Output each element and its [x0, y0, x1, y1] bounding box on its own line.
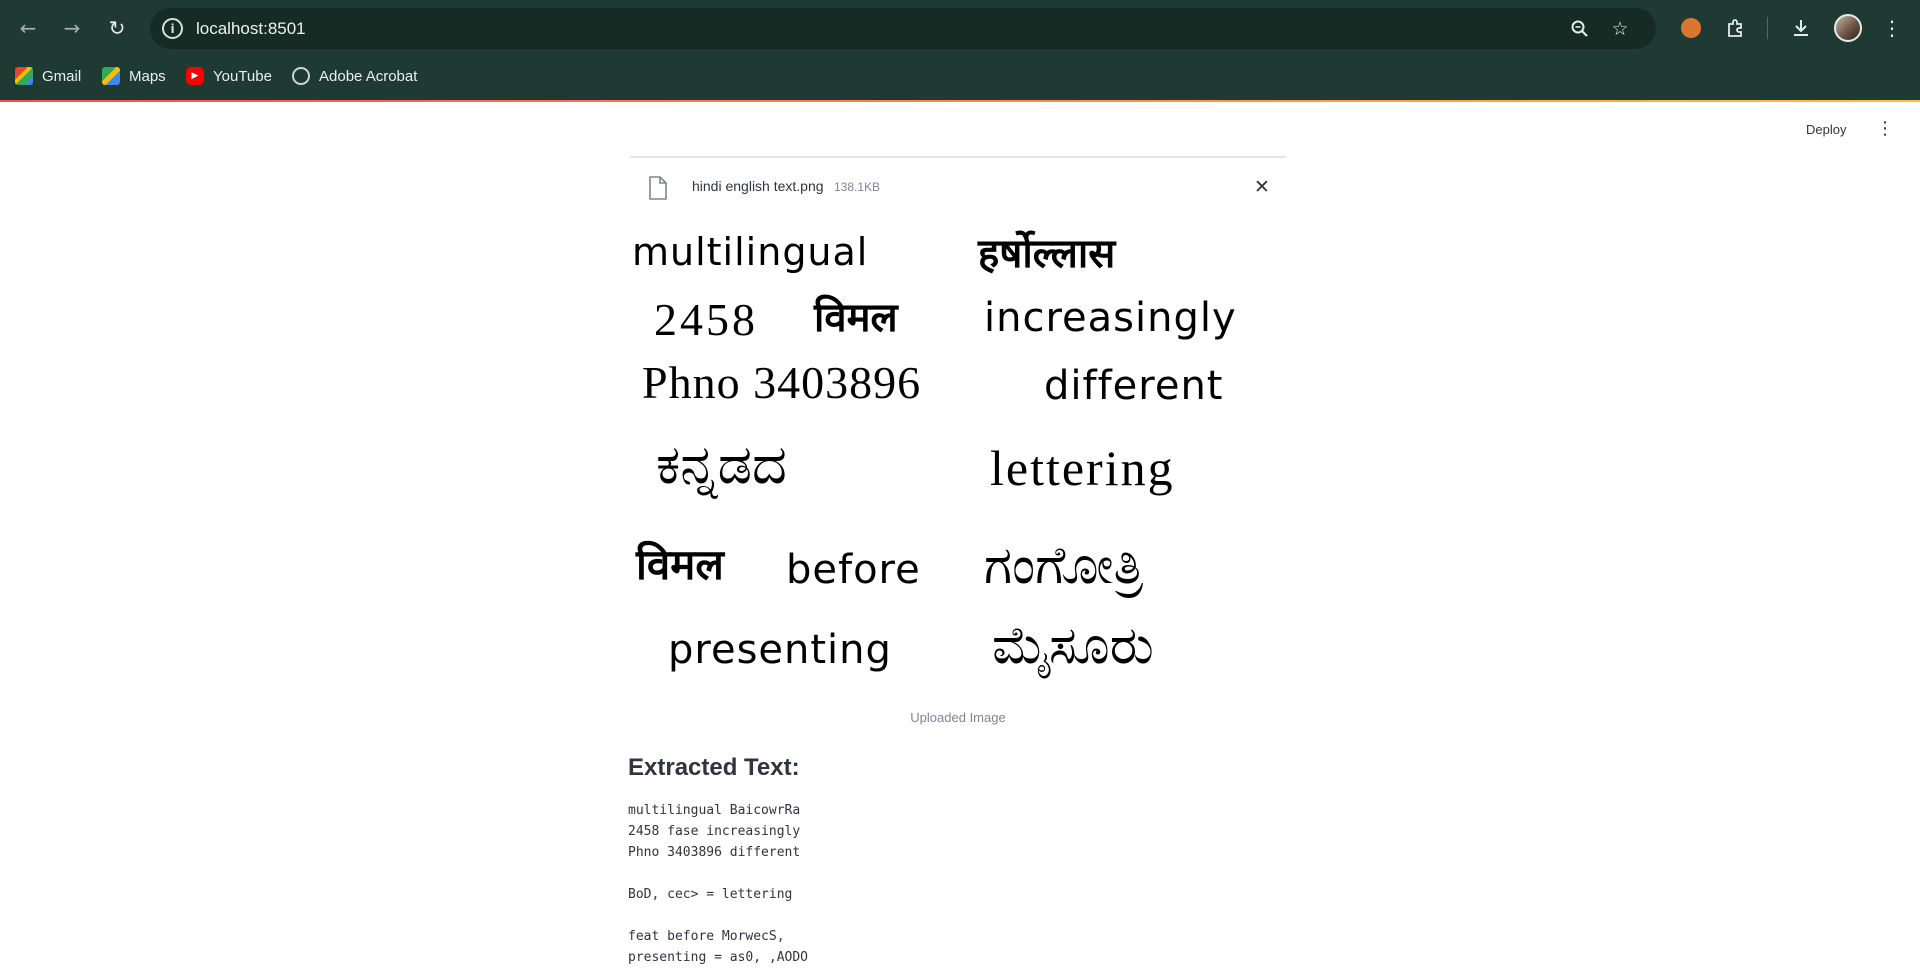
cookie-extension-icon[interactable] — [1676, 13, 1706, 43]
bookmark-label: Gmail — [42, 67, 82, 85]
image-word: हर्षोल्लास — [978, 232, 1116, 276]
image-word: ಕನ್ನಡದ — [656, 435, 787, 495]
zoom-icon[interactable] — [1568, 17, 1592, 41]
extracted-line: 2458 fase increasingly — [628, 824, 801, 839]
bookmark-label: YouTube — [213, 67, 272, 85]
bookmark-gmail[interactable]: Gmail — [15, 62, 81, 90]
browser-toolbar: ← → ↻ i localhost:8501 ☆ ⋮ — [0, 0, 1920, 56]
bookmark-label: Adobe Acrobat — [319, 67, 418, 85]
url-text[interactable]: localhost:8501 — [196, 19, 306, 39]
app-menu-icon[interactable]: ⋮ — [1876, 120, 1894, 138]
extracted-line: Phno 3403896 different — [628, 845, 801, 860]
toolbar-separator — [1767, 17, 1768, 39]
profile-avatar[interactable] — [1834, 14, 1862, 42]
image-word: ಮೈಸೂರು — [992, 617, 1154, 675]
image-caption: Uploaded Image — [910, 710, 1006, 725]
forward-icon[interactable]: → — [56, 12, 88, 44]
extracted-line: presenting = as0, ,AODO — [628, 950, 809, 965]
extracted-line: multilingual BaicowrRa — [628, 803, 801, 818]
extracted-line — [628, 863, 808, 884]
image-word: विमल — [814, 296, 898, 340]
image-word: presenting — [668, 627, 892, 673]
bookmark-youtube[interactable]: ▶ YouTube — [186, 62, 272, 90]
image-word: 2458 — [654, 294, 758, 345]
deploy-button[interactable]: Deploy — [1806, 122, 1846, 137]
extracted-text-heading: Extracted Text: — [628, 754, 800, 781]
bookmarks-bar: Gmail Maps ▶ YouTube Adobe Acrobat — [0, 62, 1920, 90]
youtube-icon: ▶ — [186, 67, 204, 85]
back-icon[interactable]: ← — [12, 12, 44, 44]
extracted-line: feat before MorwecS, — [628, 929, 785, 944]
address-bar[interactable]: i localhost:8501 ☆ — [150, 8, 1656, 49]
uploaded-image: multilingual हर्षोल्लास 2458 विमल increa… — [630, 226, 1286, 698]
uploader-divider — [630, 156, 1286, 158]
image-word: multilingual — [632, 230, 869, 274]
reload-icon[interactable]: ↻ — [101, 12, 133, 44]
uploaded-file-size: 138.1KB — [834, 180, 881, 194]
image-word: before — [786, 547, 921, 593]
image-word: increasingly — [984, 295, 1237, 341]
browser-chrome: ← → ↻ i localhost:8501 ☆ ⋮ Gmail Maps ▶ … — [0, 0, 1920, 100]
image-word: Phno 3403896 — [642, 357, 922, 408]
extensions-puzzle-icon[interactable] — [1721, 13, 1751, 43]
extracted-line — [628, 905, 808, 926]
download-icon[interactable] — [1786, 13, 1816, 43]
globe-icon — [292, 67, 310, 85]
uploaded-file-name: hindi english text.png — [692, 178, 824, 194]
bookmark-star-icon[interactable]: ☆ — [1608, 17, 1632, 41]
file-icon — [649, 176, 667, 200]
browser-menu-icon[interactable]: ⋮ — [1877, 13, 1907, 43]
maps-icon — [102, 67, 120, 85]
bookmark-maps[interactable]: Maps — [102, 62, 166, 90]
extracted-line: BoD, cec> = lettering — [628, 887, 793, 902]
image-word: different — [1044, 363, 1224, 409]
remove-file-close-icon[interactable]: ✕ — [1254, 176, 1270, 198]
image-word: ಗಂಗೋತ್ರಿ — [984, 537, 1144, 595]
image-word: lettering — [990, 440, 1175, 496]
gmail-icon — [15, 67, 33, 85]
image-word: विमल — [636, 541, 724, 588]
bookmark-adobe-acrobat[interactable]: Adobe Acrobat — [292, 62, 417, 90]
bookmark-label: Maps — [129, 67, 166, 85]
site-info-icon[interactable]: i — [162, 18, 183, 39]
app-top-decoration — [0, 100, 1920, 102]
extracted-text-block: multilingual BaicowrRa 2458 fase increas… — [628, 800, 808, 968]
